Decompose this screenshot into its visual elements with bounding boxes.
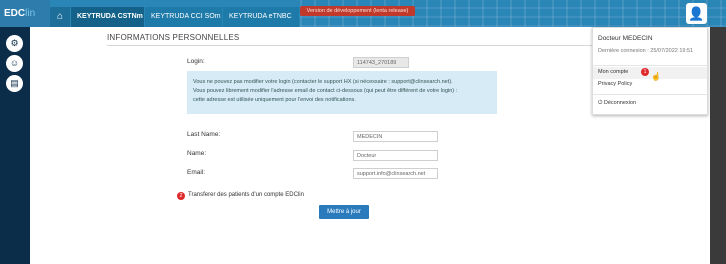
- dropdown-divider-2: [593, 94, 707, 95]
- info-box: Vous ne pouvez pas modifier votre login …: [187, 71, 497, 114]
- my-account-step-badge: 1: [641, 68, 649, 76]
- tab-keytruda-etnbc[interactable]: KEYTRUDA eTNBC: [223, 7, 299, 27]
- name-label: Name:: [187, 150, 207, 157]
- privacy-policy-item[interactable]: Privacy Policy: [598, 81, 632, 87]
- settings-icon[interactable]: ⚙: [6, 35, 23, 52]
- email-label: Email:: [187, 169, 206, 176]
- my-account-label[interactable]: Mon compte: [598, 69, 628, 75]
- email-field[interactable]: support.info@clinsearch.net: [353, 168, 438, 179]
- login-field: 114743_270189: [353, 57, 409, 68]
- title-divider: [107, 45, 612, 46]
- users-icon[interactable]: ☺: [6, 55, 23, 72]
- top-navigation-bar: EDClin ⌂ KEYTRUDA CSTNm KEYTRUDA CCI SOm…: [0, 0, 726, 27]
- info-text-3: cette adresse est utilisée uniquement po…: [193, 97, 356, 103]
- transfer-patients-link[interactable]: Transferer des patients d'un compte EDCl…: [188, 192, 304, 198]
- document-icon[interactable]: ▤: [6, 75, 23, 92]
- logo-text: EDC: [4, 8, 26, 19]
- transfer-step-badge: 2: [177, 192, 185, 200]
- dropdown-divider: [593, 65, 707, 66]
- logout-label: Déconnexion: [603, 100, 636, 106]
- app-logo[interactable]: EDClin: [0, 0, 50, 27]
- lastname-field[interactable]: MEDECIN: [353, 131, 438, 142]
- info-text-2: Vous pouvez librement modifier l'adresse…: [193, 88, 458, 94]
- tab-keytruda-ccisom[interactable]: KEYTRUDA CCI SOm: [145, 7, 222, 27]
- name-field[interactable]: Docteur: [353, 150, 438, 161]
- page-title: INFORMATIONS PERSONNELLES: [107, 33, 240, 42]
- scrollbar[interactable]: [710, 27, 726, 264]
- tab-keytruda-cstnm[interactable]: KEYTRUDA CSTNm: [71, 7, 144, 27]
- user-avatar-icon[interactable]: 👤: [686, 3, 707, 24]
- user-dropdown-menu: Docteur MEDECIN Dernière connexion : 25/…: [592, 27, 708, 115]
- update-button[interactable]: Mettre à jour: [319, 205, 369, 219]
- lastname-label: Last Name:: [187, 131, 221, 138]
- logout-item[interactable]: ⏻ Déconnexion: [598, 100, 636, 107]
- dev-version-banner: Version de développement (lenta release): [300, 6, 415, 16]
- logo-accent-text: lin: [25, 8, 36, 19]
- dropdown-last-connection: Dernière connexion : 25/07/2022 19:51: [598, 48, 694, 54]
- login-label: Login:: [187, 58, 205, 65]
- home-icon[interactable]: ⌂: [50, 7, 70, 27]
- dropdown-user-name: Docteur MEDECIN: [598, 35, 653, 42]
- sidebar: ⚙ ☺ ▤: [0, 27, 30, 264]
- hand-cursor-icon: ☝: [651, 72, 661, 81]
- info-text-1: Vous ne pouvez pas modifier votre login …: [193, 79, 453, 85]
